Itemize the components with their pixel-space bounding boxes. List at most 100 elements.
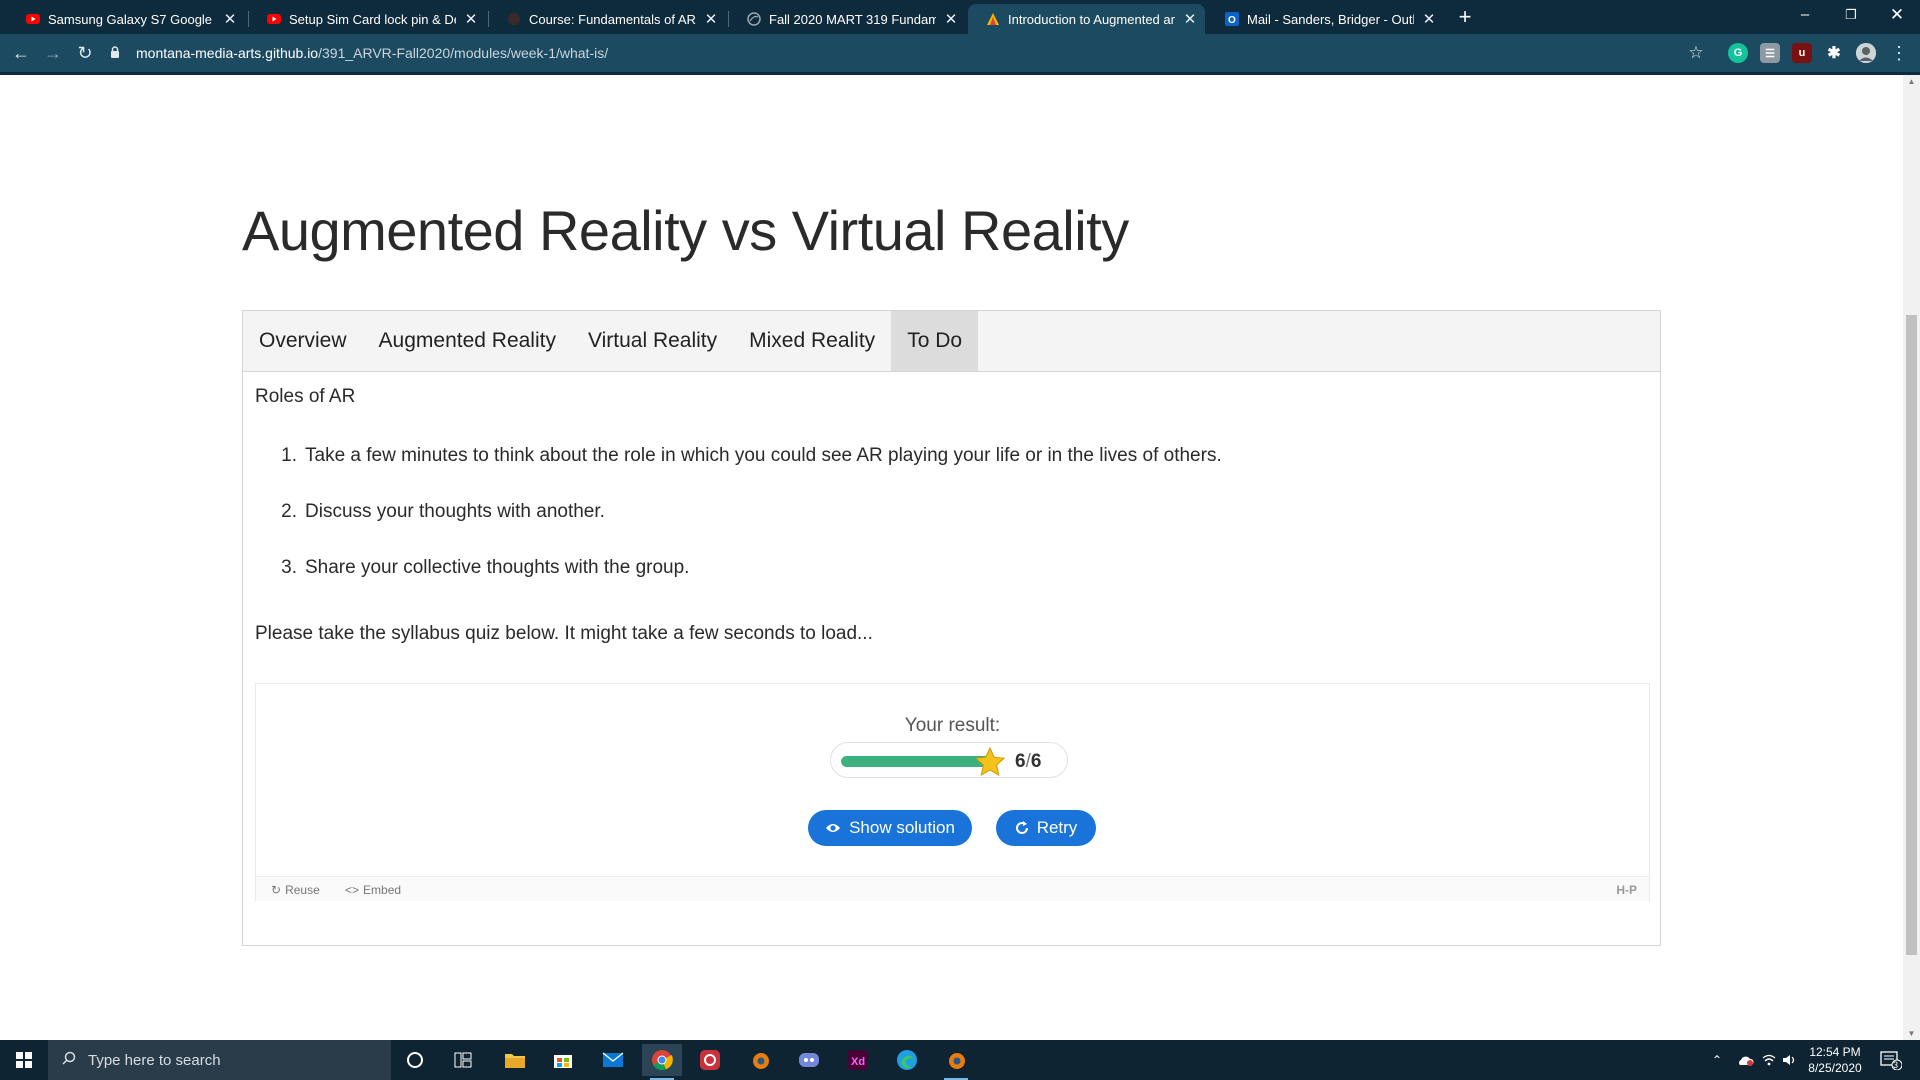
file-explorer-icon[interactable]: [495, 1044, 535, 1076]
restore-button[interactable]: ❐: [1828, 0, 1874, 30]
star-icon: [974, 746, 1006, 776]
back-button[interactable]: ←: [9, 41, 33, 65]
tab-augmented-reality[interactable]: Augmented Reality: [363, 311, 572, 371]
close-window-button[interactable]: ✕: [1874, 0, 1920, 30]
page-scrollbar[interactable]: ▲ ▼: [1903, 75, 1920, 1040]
reuse-button[interactable]: ↻ Reuse: [271, 883, 320, 897]
browser-tab-4[interactable]: Fall 2020 MART 319 Fundamenta ✕: [729, 4, 966, 34]
h5p-quiz: Your result: 6/6 Show solution Retry ↻ Re…: [255, 683, 1650, 901]
scroll-up-arrow[interactable]: ▲: [1907, 77, 1916, 86]
scrollbar-thumb[interactable]: [1906, 315, 1917, 955]
grammarly-icon[interactable]: G: [1728, 43, 1748, 63]
outlook-icon: O: [1225, 12, 1239, 26]
list-item: 1. Take a few minutes to think about the …: [281, 445, 1222, 466]
menu-kebab-icon[interactable]: ⋮: [1887, 41, 1911, 65]
steps-list: 1. Take a few minutes to think about the …: [275, 445, 1222, 613]
close-tab-icon[interactable]: ✕: [1183, 10, 1197, 28]
show-hidden-icons-chevron[interactable]: ⌃: [1712, 1040, 1722, 1080]
scroll-down-arrow[interactable]: ▼: [1907, 1029, 1916, 1038]
browser-tab-2[interactable]: Setup Sim Card lock pin & Defau ✕: [249, 4, 486, 34]
close-tab-icon[interactable]: ✕: [464, 10, 478, 28]
score-progress-bar: [841, 756, 991, 767]
chrome-icon[interactable]: [642, 1044, 682, 1080]
close-tab-icon[interactable]: ✕: [704, 10, 718, 28]
taskbar-search-box[interactable]: Type here to search: [48, 1040, 391, 1080]
forward-button[interactable]: →: [41, 41, 65, 65]
moodle-icon: [507, 12, 521, 26]
browser-tab-6[interactable]: O Mail - Sanders, Bridger - Outlook ✕: [1207, 4, 1444, 34]
svg-text:Xd: Xd: [851, 1056, 865, 1068]
bookmark-star-icon[interactable]: ☆: [1684, 41, 1708, 65]
store-icon[interactable]: [543, 1044, 583, 1076]
mail-icon[interactable]: [593, 1044, 633, 1076]
tab-virtual-reality[interactable]: Virtual Reality: [572, 311, 733, 371]
h5p-logo[interactable]: H-P: [1616, 883, 1637, 897]
show-solution-button[interactable]: Show solution: [808, 810, 972, 846]
app-red-icon[interactable]: [690, 1044, 730, 1076]
embed-button[interactable]: <> Embed: [345, 883, 401, 897]
globe-icon: [747, 12, 761, 26]
profile-avatar[interactable]: [1856, 43, 1876, 63]
browser-tab-5-active[interactable]: Introduction to Augmented and ✕: [968, 4, 1205, 34]
clock-time: 12:54 PM: [1809, 1045, 1861, 1059]
notification-center-icon[interactable]: 3: [1880, 1040, 1902, 1080]
youtube-icon: [26, 12, 40, 26]
tabbed-panel: Overview Augmented Reality Virtual Reali…: [242, 310, 1661, 946]
adobe-xd-icon[interactable]: Xd: [838, 1044, 878, 1076]
tab-title: Introduction to Augmented and: [1008, 11, 1175, 27]
discord-icon[interactable]: [789, 1044, 829, 1076]
search-icon: [62, 1051, 76, 1069]
tab-title: Fall 2020 MART 319 Fundamenta: [769, 11, 936, 27]
blender-icon[interactable]: [936, 1044, 976, 1080]
result-label: Your result:: [904, 715, 1001, 736]
close-tab-icon[interactable]: ✕: [1422, 10, 1436, 28]
url-host: montana-media-arts.github.io: [136, 45, 319, 61]
onedrive-icon[interactable]: [1736, 1040, 1754, 1080]
retry-icon: [1015, 821, 1029, 835]
h5p-footer: ↻ Reuse <> Embed H-P: [256, 876, 1649, 901]
cortana-icon[interactable]: [395, 1044, 435, 1076]
tab-overview[interactable]: Overview: [243, 311, 363, 371]
tab-title: Course: Fundamentals of AR/VR: [529, 11, 696, 27]
screen: Samsung Galaxy S7 Google Acco ✕ Setup Si…: [0, 0, 1920, 1080]
volume-icon[interactable]: [1782, 1040, 1798, 1080]
system-clock[interactable]: 12:54 PM 8/25/2020: [1800, 1044, 1870, 1076]
youtube-icon: [267, 12, 281, 26]
ublock-icon[interactable]: u: [1792, 43, 1812, 63]
page-title: Augmented Reality vs Virtual Reality: [242, 199, 1129, 262]
arvr-icon: [986, 12, 1000, 26]
tab-mixed-reality[interactable]: Mixed Reality: [733, 311, 891, 371]
retry-button[interactable]: Retry: [996, 810, 1096, 846]
close-tab-icon[interactable]: ✕: [223, 10, 237, 28]
score-display: 6/6: [830, 742, 1068, 778]
close-tab-icon[interactable]: ✕: [944, 10, 958, 28]
browser-tab-1[interactable]: Samsung Galaxy S7 Google Acco ✕: [8, 4, 245, 34]
tab-title: Setup Sim Card lock pin & Defau: [289, 11, 456, 27]
browser-tab-3[interactable]: Course: Fundamentals of AR/VR ✕: [489, 4, 726, 34]
url-path: /391_ARVR-Fall2020/modules/week-1/what-i…: [318, 45, 609, 61]
content-tabs: Overview Augmented Reality Virtual Reali…: [243, 311, 1660, 372]
clock-date: 8/25/2020: [1808, 1061, 1862, 1075]
puzzle-extensions-icon[interactable]: ✱: [1824, 43, 1844, 63]
svg-text:O: O: [1228, 15, 1236, 26]
windows-start-button[interactable]: [0, 1040, 48, 1080]
wifi-icon[interactable]: [1762, 1040, 1776, 1080]
score-text: 6/6: [1015, 751, 1042, 772]
windows-taskbar: Type here to search Xd ⌃ 12:54 PM 8/25/2…: [0, 1040, 1920, 1080]
task-view-icon[interactable]: [443, 1044, 483, 1076]
minimize-button[interactable]: –: [1782, 0, 1828, 30]
embed-icon: <>: [345, 883, 360, 897]
browser-tab-strip: Samsung Galaxy S7 Google Acco ✕ Setup Si…: [0, 0, 1920, 34]
tab-title: Mail - Sanders, Bridger - Outlook: [1247, 11, 1414, 27]
section-heading: Roles of AR: [255, 386, 356, 407]
edge-icon[interactable]: [887, 1044, 927, 1076]
address-bar[interactable]: montana-media-arts.github.io/391_ARVR-Fa…: [110, 39, 1730, 67]
quiz-note: Please take the syllabus quiz below. It …: [255, 623, 873, 644]
extension-icon[interactable]: ☰: [1760, 43, 1780, 63]
tab-to-do[interactable]: To Do: [891, 311, 979, 371]
eye-icon: [825, 822, 841, 834]
new-tab-button[interactable]: +: [1453, 4, 1477, 30]
blender-icon[interactable]: [740, 1044, 780, 1076]
reload-button[interactable]: ↻: [73, 41, 97, 65]
notification-count: 3: [1893, 1060, 1899, 1070]
